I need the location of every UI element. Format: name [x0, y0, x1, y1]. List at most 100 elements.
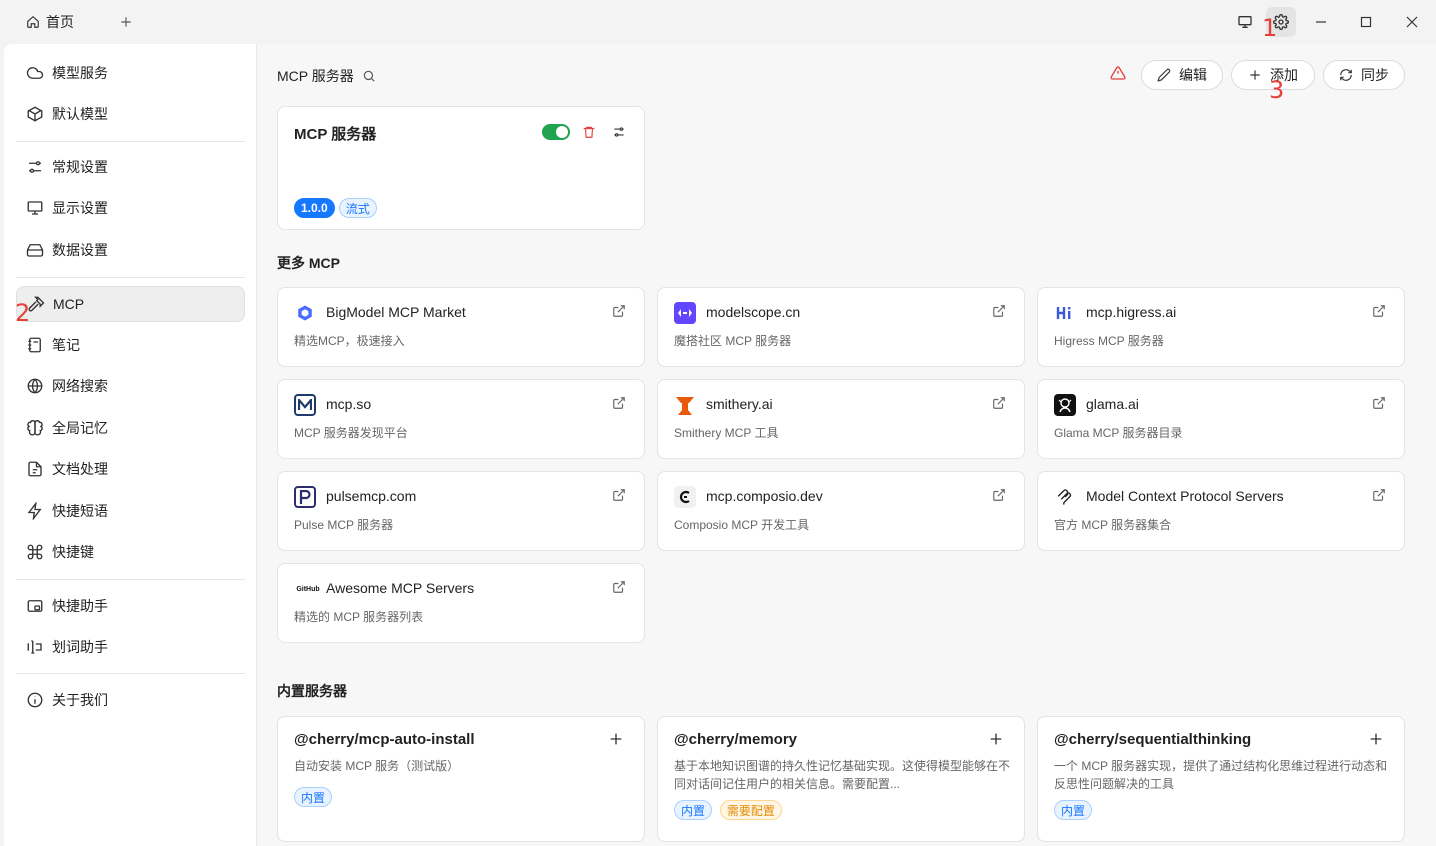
external-link-icon[interactable]: [612, 580, 628, 596]
mcp-market-name: smithery.ai: [706, 396, 773, 412]
sidebar-item-data[interactable]: 数据设置: [16, 232, 245, 268]
mcp-market-desc: Pulse MCP 服务器: [294, 518, 394, 532]
sidebar-item-label: 数据设置: [52, 242, 108, 258]
external-link-icon[interactable]: [1372, 304, 1388, 320]
mcp-protocol-logo-icon: [1054, 486, 1076, 508]
mcp-market-card[interactable]: smithery.ai Smithery MCP 工具: [657, 379, 1025, 459]
page-title: MCP 服务器: [277, 66, 376, 86]
hard-drive-icon: [26, 241, 44, 259]
notebook-icon: [26, 336, 44, 354]
sidebar-item-default-model[interactable]: 默认模型: [16, 96, 245, 132]
command-icon: [26, 543, 44, 561]
external-link-icon[interactable]: [992, 396, 1008, 412]
sidebar-item-label: MCP: [53, 296, 85, 312]
sidebar-item-label: 划词助手: [52, 639, 108, 655]
builtin-server-card[interactable]: @cherry/sequentialthinking 一个 MCP 服务器实现，…: [1037, 716, 1405, 842]
mcp-market-card[interactable]: Model Context Protocol Servers 官方 MCP 服务…: [1037, 471, 1405, 551]
mcp-server-card[interactable]: MCP 服务器 1.0.0 流式: [277, 106, 645, 230]
sidebar-item-quick-phrases[interactable]: 快捷短语: [16, 493, 245, 529]
mcp-so-logo-icon: [294, 394, 316, 416]
sync-button[interactable]: 同步: [1323, 60, 1405, 90]
delete-server-button[interactable]: [580, 123, 598, 141]
external-link-icon[interactable]: [612, 304, 628, 320]
sidebar-divider: [16, 141, 245, 142]
external-link-icon[interactable]: [1372, 488, 1388, 504]
mcp-market-desc: 精选的 MCP 服务器列表: [294, 610, 424, 624]
app-window-icon: [26, 597, 44, 615]
sidebar-item-label: 模型服务: [52, 65, 108, 81]
server-enable-toggle[interactable]: [542, 124, 570, 140]
maximize-icon: [1360, 16, 1372, 28]
external-link-icon[interactable]: [992, 488, 1008, 504]
new-tab-button[interactable]: [114, 10, 138, 34]
mcp-market-desc: Glama MCP 服务器目录: [1054, 426, 1183, 440]
mcp-market-name: mcp.higress.ai: [1086, 304, 1177, 320]
builtin-server-card[interactable]: @cherry/mcp-auto-install 自动安装 MCP 服务（测试版…: [277, 716, 645, 842]
external-link-icon[interactable]: [992, 304, 1008, 320]
close-window-button[interactable]: [1397, 7, 1427, 37]
mcp-market-card[interactable]: mcp.composio.dev Composio MCP 开发工具: [657, 471, 1025, 551]
mcp-market-card[interactable]: BigModel MCP Market 精选MCP，极速接入: [277, 287, 645, 367]
sidebar-item-label: 全局记忆: [52, 420, 108, 436]
type-tag: 流式: [338, 198, 377, 218]
mcp-market-card[interactable]: glama.ai Glama MCP 服务器目录: [1037, 379, 1405, 459]
mcp-market-name: Model Context Protocol Servers: [1086, 488, 1284, 504]
sidebar-item-documents[interactable]: 文档处理: [16, 451, 245, 487]
composio-logo-icon: [674, 486, 696, 508]
edit-button[interactable]: 编辑: [1141, 60, 1223, 90]
annotation-marker-2: 2: [15, 299, 31, 327]
sidebar-item-mcp[interactable]: MCP: [16, 286, 245, 322]
mcp-market-card[interactable]: mcp.higress.ai Higress MCP 服务器: [1037, 287, 1405, 367]
sidebar-item-label: 网络搜索: [52, 378, 108, 394]
add-builtin-server-button[interactable]: [988, 731, 1006, 749]
sidebar-item-shortcuts[interactable]: 快捷键: [16, 534, 245, 570]
maximize-button[interactable]: [1351, 7, 1381, 37]
sync-button-label: 同步: [1361, 67, 1389, 83]
mini-window-button[interactable]: [1230, 7, 1260, 37]
plus-icon: [119, 15, 133, 29]
server-tags: 1.0.0 流式: [294, 198, 381, 218]
sidebar-item-about[interactable]: 关于我们: [16, 682, 245, 718]
sidebar-item-label: 快捷短语: [52, 503, 108, 519]
external-link-icon[interactable]: [612, 396, 628, 412]
mcp-market-card[interactable]: modelscope.cn 魔搭社区 MCP 服务器: [657, 287, 1025, 367]
add-builtin-server-button[interactable]: [608, 731, 626, 749]
mcp-market-name: pulsemcp.com: [326, 488, 417, 504]
server-settings-button[interactable]: [610, 123, 628, 141]
sidebar-item-display[interactable]: 显示设置: [16, 190, 245, 226]
cloud-icon: [26, 64, 44, 82]
builtin-server-desc: 一个 MCP 服务器实现，提供了通过结构化思维过程进行动态和反思性问题解决的工具: [1054, 759, 1388, 791]
globe-icon: [26, 377, 44, 395]
glama-logo-icon: [1054, 394, 1076, 416]
mcp-market-card[interactable]: mcp.so MCP 服务器发现平台: [277, 379, 645, 459]
builtin-tag: 内置: [674, 800, 713, 820]
sidebar-item-label: 显示设置: [52, 200, 108, 216]
refresh-icon: [1339, 68, 1353, 82]
external-link-icon[interactable]: [612, 488, 628, 504]
external-link-icon[interactable]: [1372, 396, 1388, 412]
sliders-icon: [612, 125, 626, 139]
search-icon[interactable]: [362, 69, 376, 83]
close-icon: [1406, 16, 1418, 28]
sidebar-item-selection-assistant[interactable]: 划词助手: [16, 629, 245, 665]
mcp-market-card[interactable]: GitHub Awesome MCP Servers 精选的 MCP 服务器列表: [277, 563, 645, 643]
server-card-title: MCP 服务器: [294, 126, 377, 143]
minimize-button[interactable]: [1306, 7, 1336, 37]
mcp-market-card[interactable]: pulsemcp.com Pulse MCP 服务器: [277, 471, 645, 551]
builtin-server-card[interactable]: @cherry/memory 基于本地知识图谱的持久性记忆基础实现。这使得模型能…: [657, 716, 1025, 842]
sidebar-item-general[interactable]: 常规设置: [16, 149, 245, 185]
warning-button[interactable]: [1107, 62, 1129, 84]
brain-icon: [26, 419, 44, 437]
sidebar-item-quick-assistant[interactable]: 快捷助手: [16, 588, 245, 624]
sidebar-item-notes[interactable]: 笔记: [16, 327, 245, 363]
pulsemcp-logo-icon: [294, 486, 316, 508]
builtin-server-name: @cherry/memory: [674, 731, 798, 748]
tab-home[interactable]: 首页: [18, 8, 82, 36]
mcp-market-desc: Composio MCP 开发工具: [674, 518, 810, 532]
sidebar-item-web-search[interactable]: 网络搜索: [16, 368, 245, 404]
add-builtin-server-button[interactable]: [1368, 731, 1386, 749]
sidebar-item-model-service[interactable]: 模型服务: [16, 55, 245, 91]
builtin-server-desc: 自动安装 MCP 服务（测试版）: [294, 759, 460, 773]
sidebar-item-label: 笔记: [52, 337, 80, 353]
sidebar-item-memory[interactable]: 全局记忆: [16, 410, 245, 446]
